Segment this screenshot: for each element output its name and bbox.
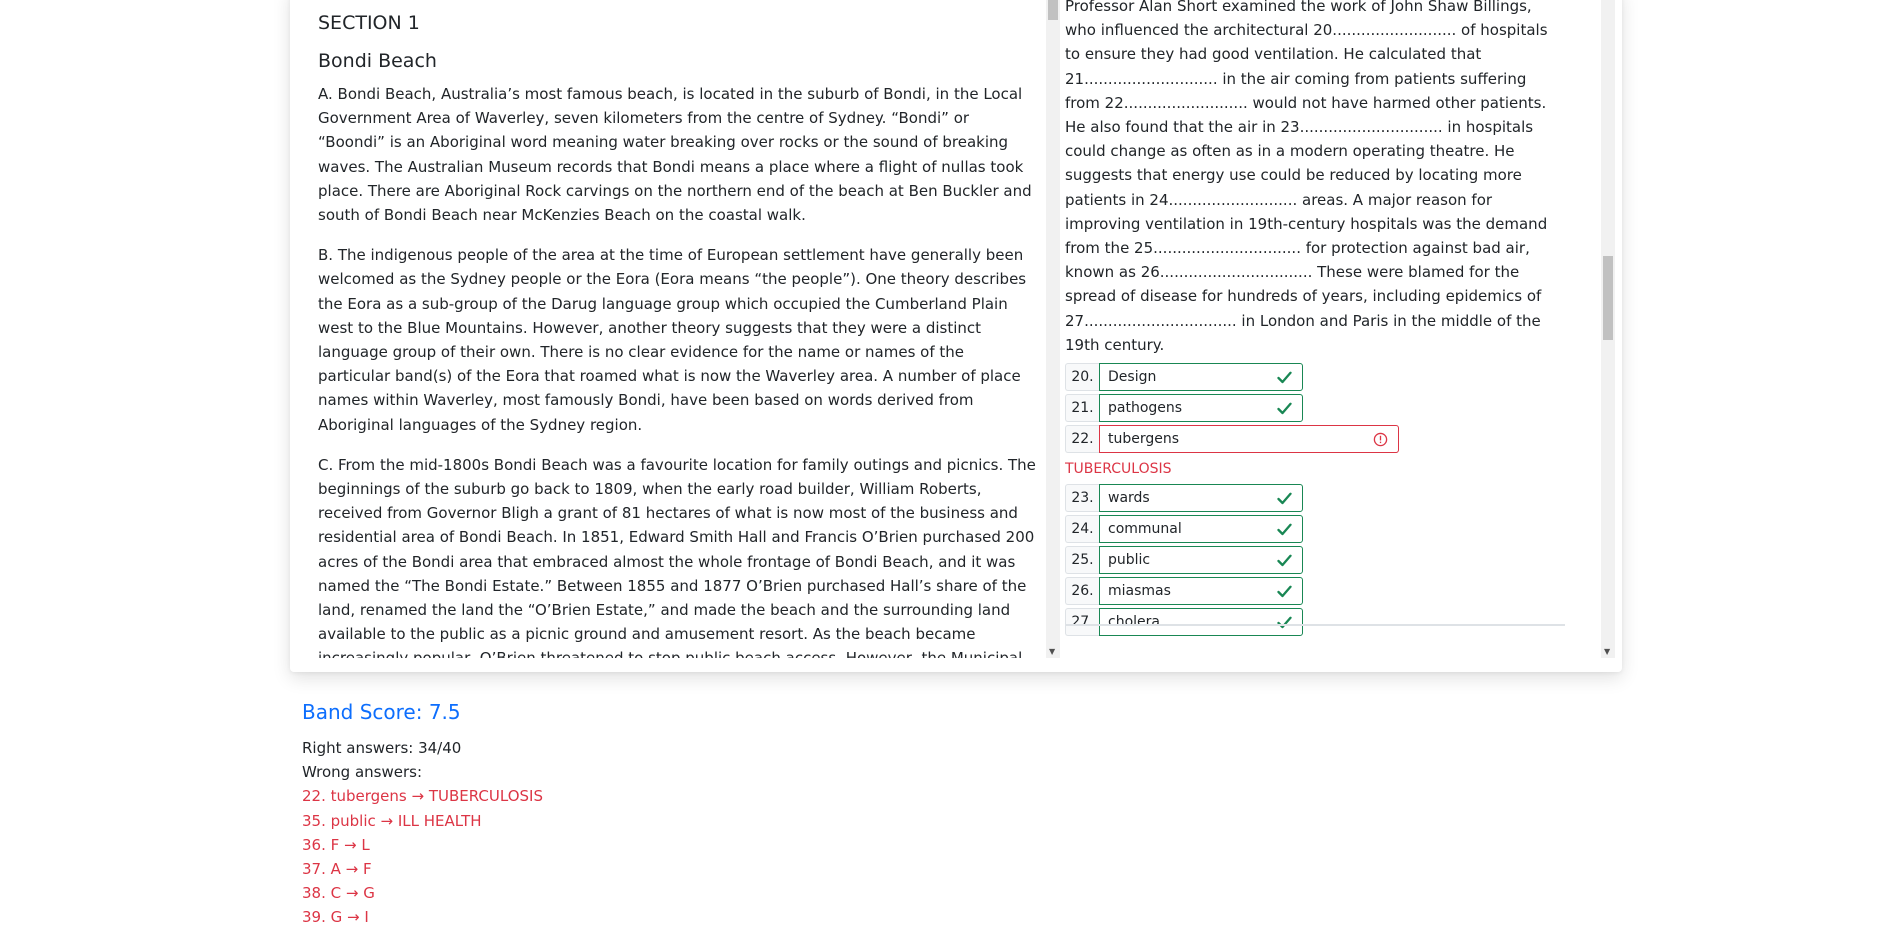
passage-paragraph-b: B. The indigenous people of the area at …: [318, 246, 1027, 434]
answer-row: 24. communal: [1065, 515, 1565, 544]
wrong-answer-item: 39. G → I: [302, 908, 369, 927]
correct-answer-hint: TUBERCULOSIS: [1065, 461, 1172, 478]
answer-input[interactable]: pathogens: [1099, 394, 1303, 423]
answer-input[interactable]: cholera: [1099, 608, 1303, 637]
passage-title: Bondi Beach: [318, 50, 437, 72]
section-title: SECTION 1: [318, 12, 420, 34]
answer-value: public: [1108, 552, 1151, 569]
answer-row: 23. wards: [1065, 484, 1565, 513]
check-icon: [1277, 523, 1292, 536]
questions-pane[interactable]: Professor Alan Short examined the work o…: [1065, 0, 1611, 658]
scroll-down-arrow-icon[interactable]: ▼: [1049, 648, 1055, 656]
scroll-down-arrow-icon[interactable]: ▼: [1604, 648, 1610, 656]
wrong-answer-item: 38. C → G: [302, 884, 375, 903]
wrong-answers-label: Wrong answers:: [302, 763, 423, 782]
answer-value: tubergens: [1108, 431, 1180, 448]
wrong-answer-item: 35. public → ILL HEALTH: [302, 811, 482, 830]
passage-scrollbar[interactable]: ▼: [1046, 0, 1060, 658]
divider: [1065, 624, 1565, 626]
question-number: 26.: [1065, 577, 1099, 606]
question-number: 25.: [1065, 546, 1099, 575]
answer-value: Design: [1108, 369, 1157, 386]
answer-row: 22. tubergens: [1065, 425, 1565, 454]
check-icon: [1277, 554, 1292, 567]
check-icon: [1277, 616, 1292, 629]
results-panel: Band Score: 7.5 Right answers: 34/40 Wro…: [302, 700, 1002, 930]
questions-scrollbar-thumb[interactable]: [1603, 256, 1613, 340]
answer-value: miasmas: [1108, 583, 1171, 600]
alert-circle-icon: [1373, 432, 1388, 447]
answer-input[interactable]: communal: [1099, 515, 1303, 544]
answer-input[interactable]: public: [1099, 546, 1303, 575]
wrong-answer-item: 37. A → F: [302, 860, 372, 879]
question-number: 20.: [1065, 363, 1099, 392]
passage-pane[interactable]: SECTION 1 Bondi Beach A. Bondi Beach, Au…: [290, 0, 1046, 658]
answer-row: 25. public: [1065, 546, 1565, 575]
question-number: 23.: [1065, 484, 1099, 513]
answer-input[interactable]: miasmas: [1099, 577, 1303, 606]
question-number: 24.: [1065, 515, 1099, 544]
check-icon: [1277, 371, 1292, 384]
question-number: 27.: [1065, 608, 1099, 637]
check-icon: [1277, 585, 1292, 598]
question-number: 21.: [1065, 394, 1099, 423]
question-number: 22.: [1065, 425, 1099, 454]
passage-paragraph-a: A. Bondi Beach, Australia’s most famous …: [318, 85, 1032, 225]
answer-row: 27. cholera: [1065, 608, 1565, 637]
summary-text: Professor Alan Short examined the work o…: [1065, 0, 1548, 354]
answer-input[interactable]: Design: [1099, 363, 1303, 392]
wrong-answer-item: 36. F → L: [302, 835, 370, 854]
answer-row: 21. pathogens: [1065, 394, 1565, 423]
check-icon: [1277, 402, 1292, 415]
wrong-answer-item: 22. tubergens → TUBERCULOSIS: [302, 787, 543, 806]
answer-value: cholera: [1108, 614, 1160, 631]
reading-card: SECTION 1 Bondi Beach A. Bondi Beach, Au…: [290, 0, 1622, 672]
answer-row: 26. miasmas: [1065, 577, 1565, 606]
answer-input[interactable]: wards: [1099, 484, 1303, 513]
questions-scrollbar[interactable]: ▼: [1601, 0, 1615, 658]
band-score: Band Score: 7.5: [302, 700, 461, 724]
answer-value: pathogens: [1108, 400, 1183, 417]
answer-row: 20. Design: [1065, 363, 1565, 392]
check-icon: [1277, 492, 1292, 505]
answer-value: wards: [1108, 490, 1150, 507]
right-answers-count: Right answers: 34/40: [302, 739, 462, 757]
answer-value: communal: [1108, 521, 1182, 538]
answer-input[interactable]: tubergens: [1099, 425, 1399, 454]
passage-paragraph-c: C. From the mid-1800s Bondi Beach was a …: [318, 455, 1036, 658]
passage-scrollbar-thumb[interactable]: [1048, 0, 1058, 20]
